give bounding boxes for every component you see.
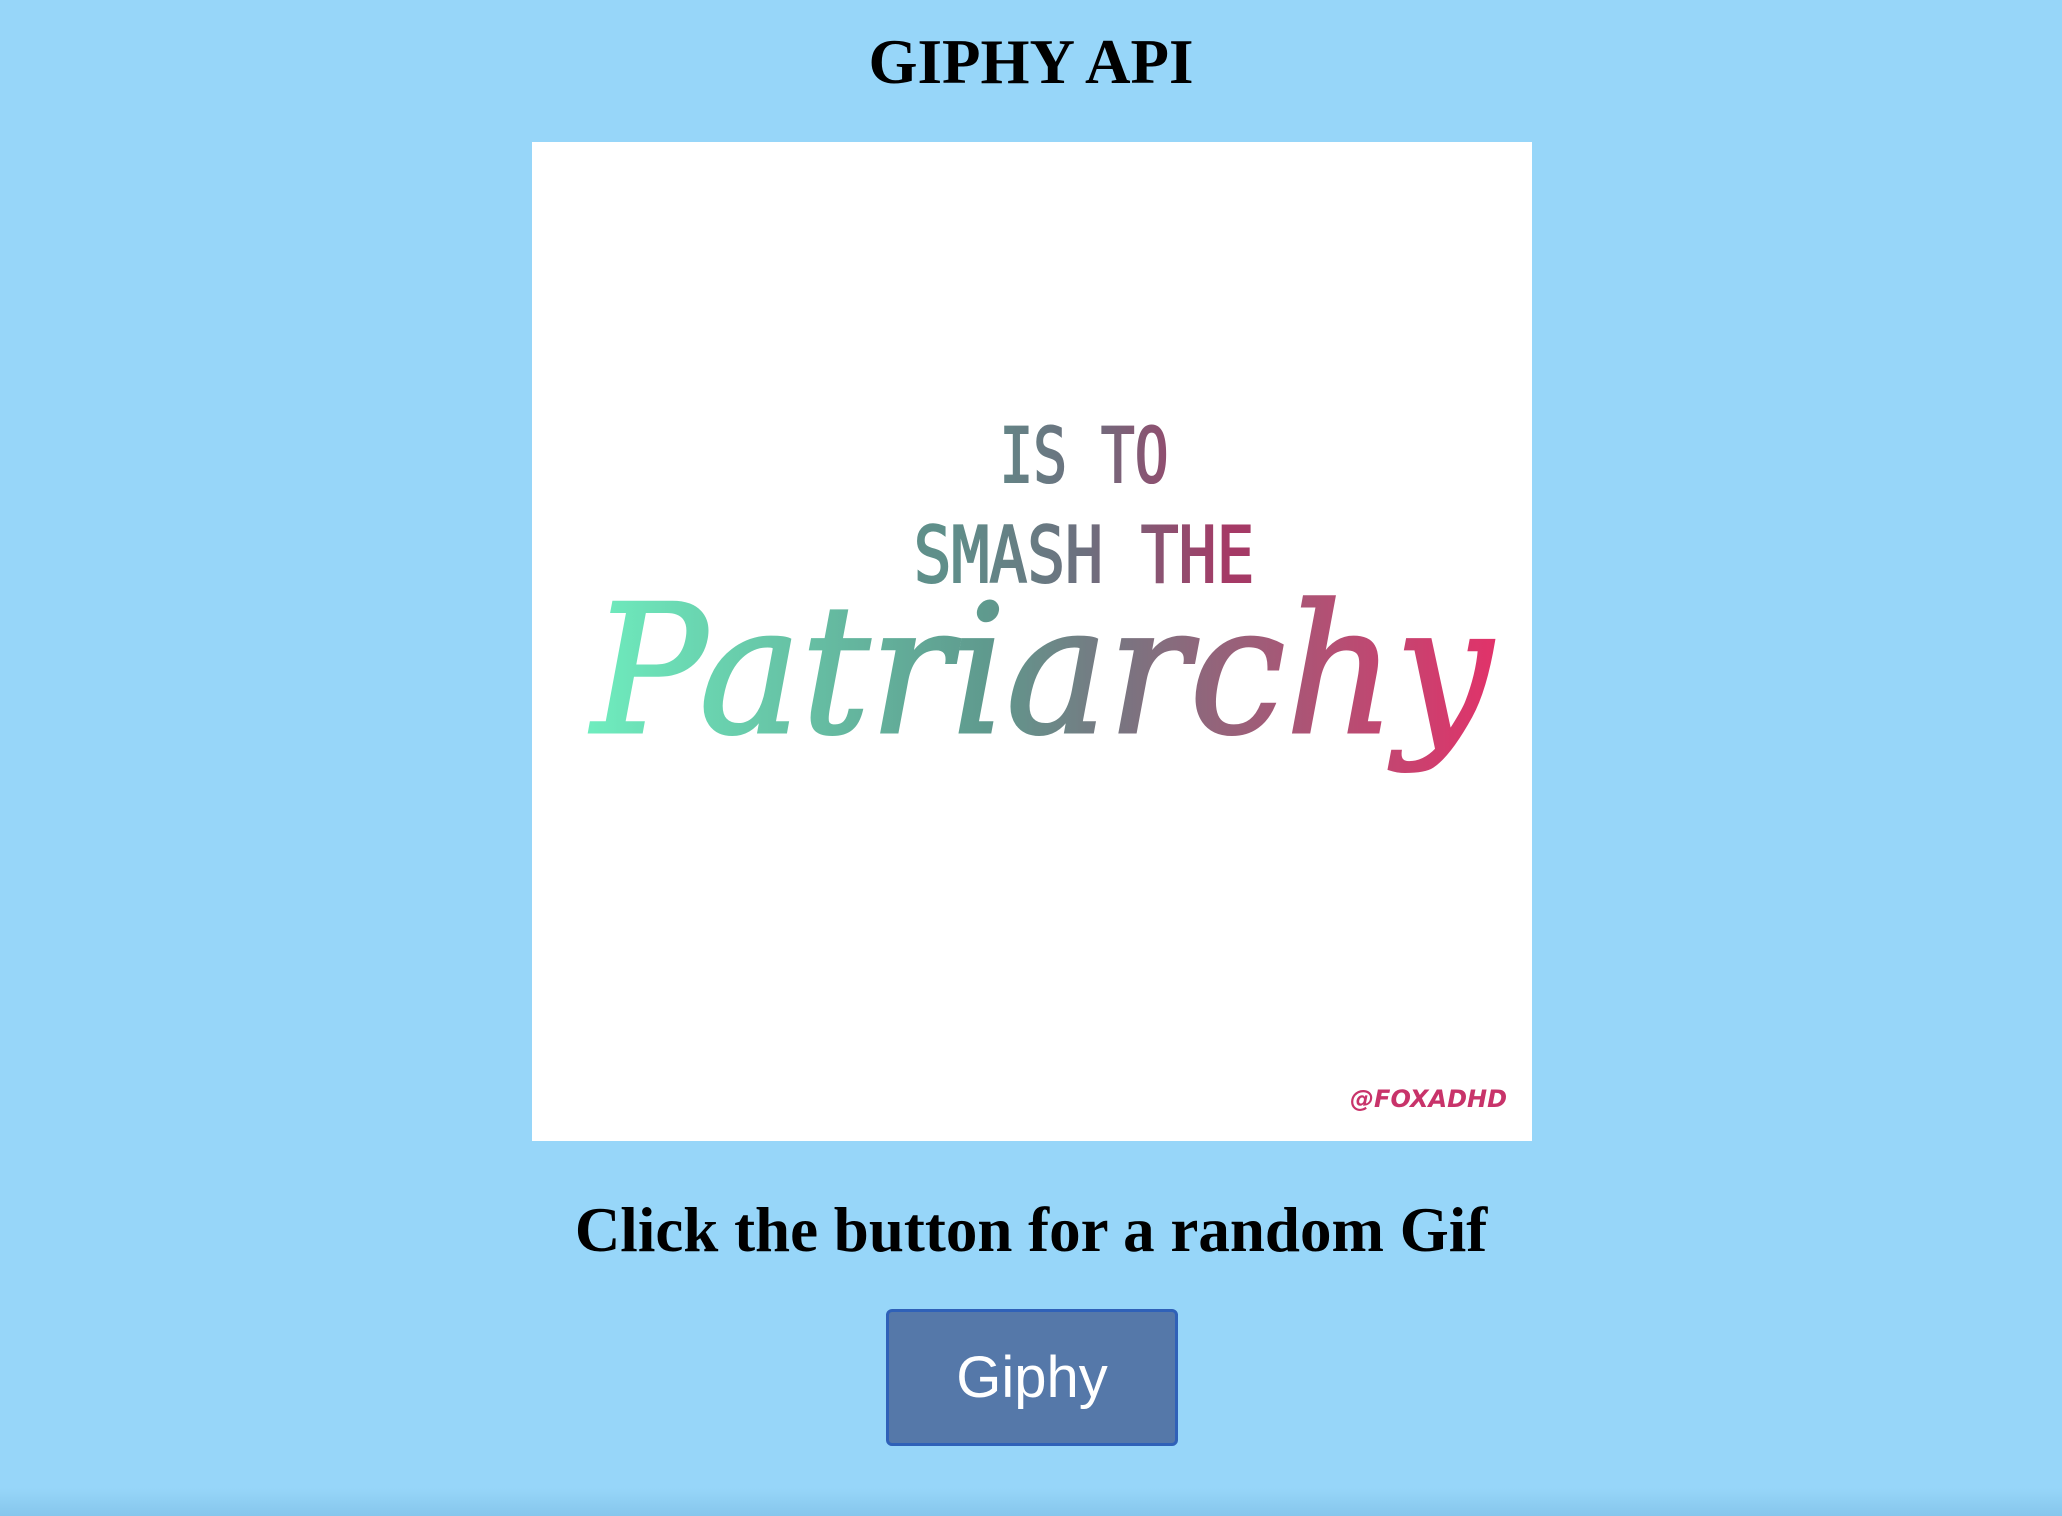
page-title: GIPHY API	[868, 27, 1194, 97]
gif-caption-script-word: Patriarchy	[589, 567, 1494, 774]
random-gif-image: IS TO SMASH THE Patriarchy @FOXADHD	[532, 142, 1532, 1141]
gif-watermark: @FOXADHD	[1350, 1085, 1507, 1113]
gif-caption-line-1: IS TO	[999, 412, 1168, 501]
giphy-button[interactable]: Giphy	[886, 1309, 1178, 1446]
window-bottom-edge	[0, 1488, 2062, 1516]
instructions-heading: Click the button for a random Gif	[574, 1195, 1488, 1265]
